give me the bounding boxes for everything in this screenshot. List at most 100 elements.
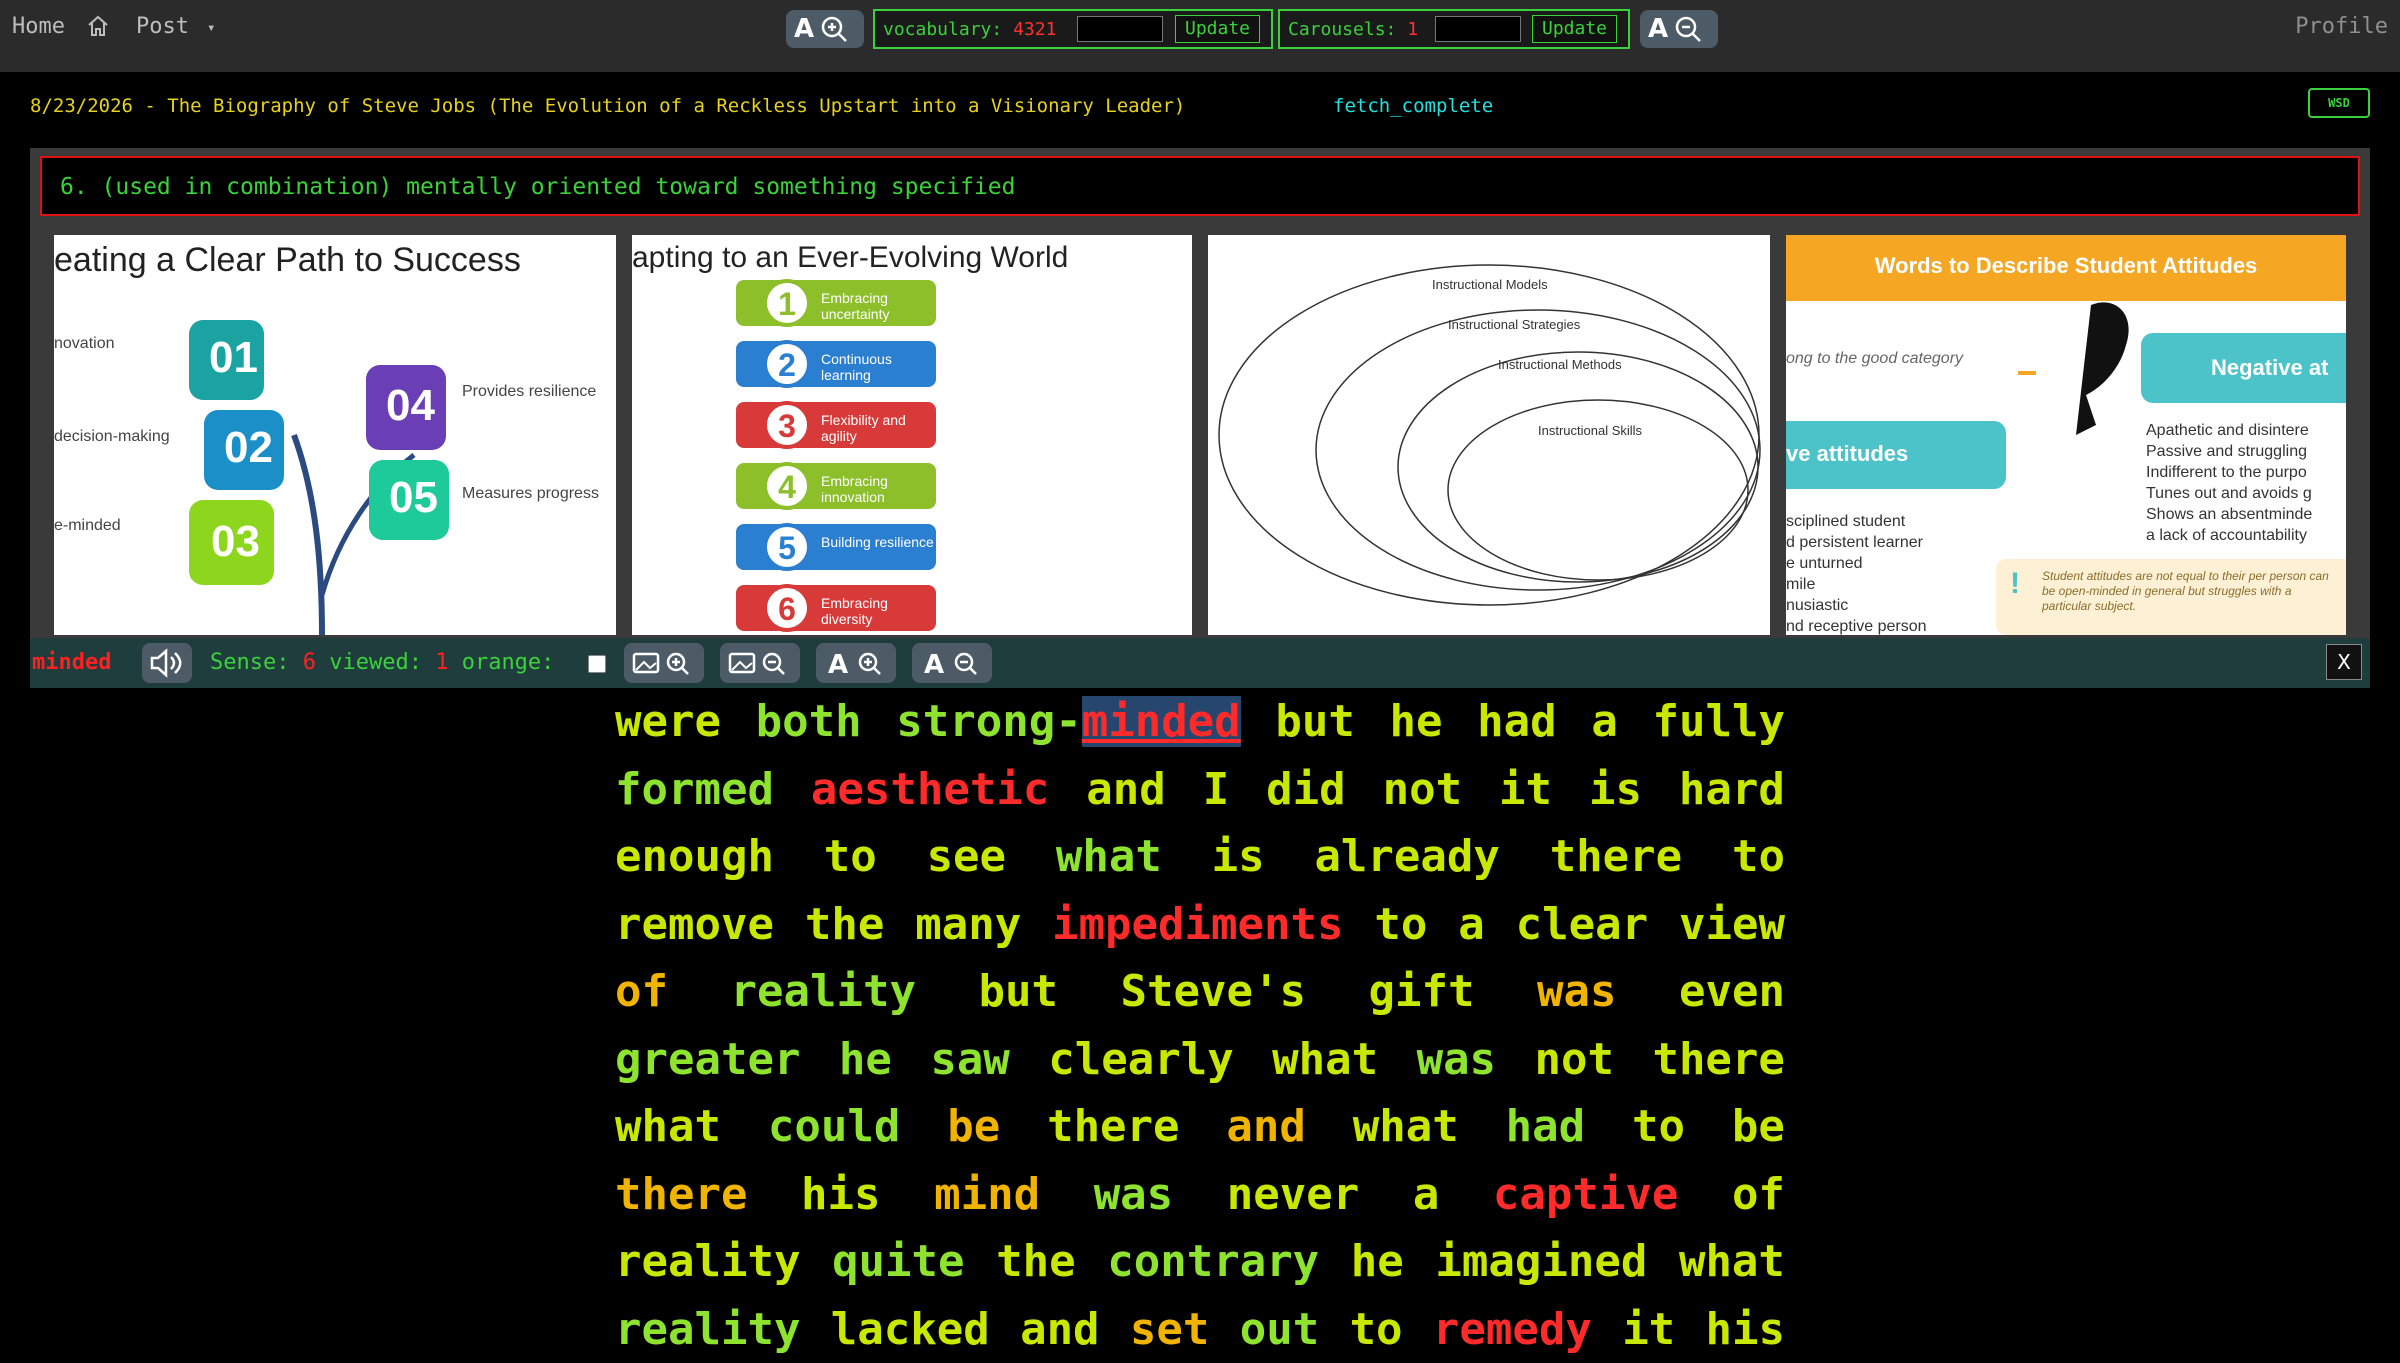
reading-word[interactable]: is bbox=[1589, 756, 1642, 824]
wsd-button[interactable]: WSD bbox=[2308, 88, 2370, 118]
reading-word[interactable]: hard bbox=[1679, 756, 1785, 824]
reading-word[interactable]: never bbox=[1227, 1161, 1359, 1229]
reading-word[interactable]: could bbox=[768, 1093, 900, 1161]
vocabulary-update-button[interactable]: Update bbox=[1175, 15, 1260, 43]
reading-word[interactable]: what bbox=[1353, 1093, 1459, 1161]
reading-word[interactable]: what bbox=[1056, 823, 1162, 891]
vocabulary-input[interactable] bbox=[1077, 16, 1163, 42]
reading-word[interactable]: reality bbox=[615, 1228, 800, 1296]
reading-word[interactable]: it bbox=[1499, 756, 1552, 824]
chevron-down-icon[interactable]: ▾ bbox=[207, 20, 215, 36]
speaker-button[interactable] bbox=[142, 643, 192, 683]
image-zoom-out-button[interactable] bbox=[720, 643, 800, 683]
reading-word[interactable]: there bbox=[1047, 1093, 1179, 1161]
reading-word[interactable]: but bbox=[978, 958, 1057, 1026]
font-size-icon[interactable]: A bbox=[794, 14, 814, 44]
reading-word[interactable]: imagined bbox=[1435, 1228, 1647, 1296]
home-icon[interactable] bbox=[86, 14, 110, 42]
reading-word[interactable]: out bbox=[1240, 1296, 1319, 1363]
reading-word[interactable]: to bbox=[1632, 1093, 1685, 1161]
reading-word[interactable]: what bbox=[1272, 1026, 1378, 1094]
image-zoom-in-button[interactable] bbox=[624, 643, 704, 683]
reading-word[interactable]: I bbox=[1203, 756, 1230, 824]
reading-word[interactable]: a bbox=[1458, 891, 1485, 959]
reading-word[interactable]: strong- bbox=[896, 696, 1081, 747]
reading-word[interactable]: both bbox=[756, 688, 862, 756]
reading-word[interactable]: to bbox=[824, 823, 877, 891]
reading-word[interactable]: of bbox=[615, 958, 668, 1026]
reading-word[interactable]: remedy bbox=[1433, 1296, 1592, 1363]
reading-word[interactable]: a bbox=[1413, 1161, 1440, 1229]
selected-word-highlight[interactable]: minded bbox=[1082, 696, 1241, 747]
reading-word[interactable]: be bbox=[1732, 1093, 1785, 1161]
nav-post-menu[interactable]: Post bbox=[136, 14, 189, 39]
reading-word[interactable]: he bbox=[1390, 688, 1443, 756]
text-zoom-out-button[interactable]: A bbox=[912, 643, 992, 683]
reading-word[interactable]: and bbox=[1086, 756, 1165, 824]
reading-word[interactable]: to bbox=[1732, 823, 1785, 891]
reading-word[interactable]: to bbox=[1350, 1296, 1403, 1363]
carousels-update-button[interactable]: Update bbox=[1532, 15, 1617, 43]
reading-word[interactable]: to bbox=[1374, 891, 1427, 959]
reading-word[interactable]: already bbox=[1314, 823, 1499, 891]
reading-word[interactable]: was bbox=[1417, 1026, 1496, 1094]
reading-word[interactable]: he bbox=[1351, 1228, 1404, 1296]
profile-link[interactable]: Profile bbox=[2295, 14, 2388, 39]
image-thumbnail-4[interactable]: Words to Describe Student Attitudes ong … bbox=[1786, 235, 2346, 635]
reading-word[interactable]: did bbox=[1266, 756, 1345, 824]
reading-word[interactable]: Steve's bbox=[1121, 958, 1306, 1026]
reading-word[interactable]: even bbox=[1679, 958, 1785, 1026]
reading-word[interactable]: it bbox=[1622, 1296, 1675, 1363]
reading-word[interactable]: is bbox=[1212, 823, 1265, 891]
reading-word[interactable]: not bbox=[1535, 1026, 1614, 1094]
reading-word[interactable]: the bbox=[805, 891, 884, 959]
reading-word[interactable]: he bbox=[839, 1026, 892, 1094]
reading-word[interactable]: not bbox=[1383, 756, 1462, 824]
reading-word[interactable]: remove bbox=[615, 891, 774, 959]
reading-word[interactable]: there bbox=[1550, 823, 1682, 891]
reading-word[interactable]: had bbox=[1506, 1093, 1585, 1161]
carousels-input[interactable] bbox=[1435, 16, 1521, 42]
reading-word[interactable]: formed bbox=[615, 756, 774, 824]
reading-word[interactable]: his bbox=[1706, 1296, 1785, 1363]
reading-word[interactable]: and bbox=[1020, 1296, 1099, 1363]
reading-word[interactable]: gift bbox=[1368, 958, 1474, 1026]
reading-word[interactable]: reality bbox=[731, 958, 916, 1026]
reading-word[interactable]: contrary bbox=[1107, 1228, 1319, 1296]
reading-word[interactable]: view bbox=[1679, 891, 1785, 959]
reading-word[interactable]: was bbox=[1537, 958, 1616, 1026]
font-size-icon[interactable]: A bbox=[1648, 14, 1668, 44]
reading-word[interactable]: was bbox=[1094, 1161, 1173, 1229]
reading-word[interactable]: greater bbox=[615, 1026, 800, 1094]
reading-word[interactable]: clear bbox=[1516, 891, 1648, 959]
orange-checkbox[interactable] bbox=[588, 655, 606, 673]
reading-word[interactable]: what bbox=[1679, 1228, 1785, 1296]
image-thumbnail-3[interactable]: Instructional Models Instructional Strat… bbox=[1208, 235, 1770, 635]
reading-word[interactable]: were bbox=[615, 688, 721, 756]
zoom-in-icon[interactable] bbox=[820, 15, 848, 43]
reading-word[interactable]: but bbox=[1275, 688, 1354, 756]
reading-word[interactable]: his bbox=[801, 1161, 880, 1229]
reading-word[interactable]: captive bbox=[1493, 1161, 1678, 1229]
text-zoom-in-button[interactable]: A bbox=[816, 643, 896, 683]
reading-word[interactable]: quite bbox=[832, 1228, 964, 1296]
reading-word[interactable]: lacked bbox=[831, 1296, 990, 1363]
reading-word[interactable]: the bbox=[996, 1228, 1075, 1296]
reading-word[interactable]: had bbox=[1477, 688, 1556, 756]
reading-word[interactable]: reality bbox=[615, 1296, 800, 1363]
reading-word[interactable]: clearly bbox=[1048, 1026, 1233, 1094]
close-button[interactable]: X bbox=[2326, 644, 2362, 680]
reading-word[interactable]: and bbox=[1226, 1093, 1305, 1161]
reading-word[interactable]: mind bbox=[934, 1161, 1040, 1229]
reading-word[interactable]: aesthetic bbox=[811, 756, 1049, 824]
reading-word[interactable]: see bbox=[927, 823, 1006, 891]
reading-word[interactable]: there bbox=[1652, 1026, 1784, 1094]
reading-word[interactable]: set bbox=[1130, 1296, 1209, 1363]
reading-word[interactable]: what bbox=[615, 1093, 721, 1161]
reading-word[interactable]: there bbox=[615, 1161, 747, 1229]
reading-word[interactable]: fully bbox=[1652, 688, 1784, 756]
reading-word[interactable]: impediments bbox=[1052, 891, 1343, 959]
image-thumbnail-2[interactable]: apting to an Ever-Evolving World Embraci… bbox=[632, 235, 1192, 635]
reading-word[interactable]: enough bbox=[615, 823, 774, 891]
reading-word[interactable]: be bbox=[947, 1093, 1000, 1161]
